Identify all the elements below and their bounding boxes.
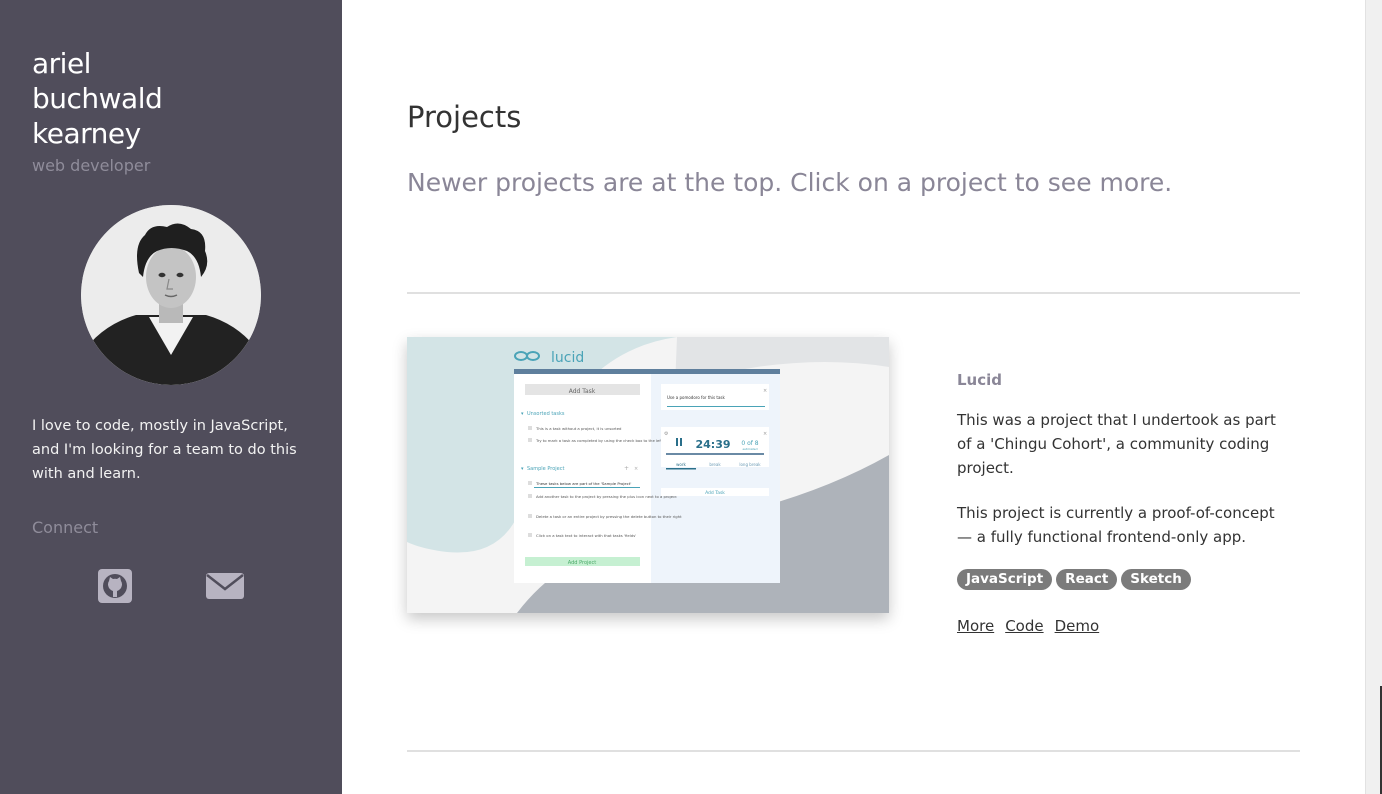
tag: JavaScript <box>957 569 1053 590</box>
timer-tab: long break <box>739 462 761 467</box>
author-name-line: ariel <box>32 47 91 80</box>
project-description: This project is currently a proof-of-con… <box>957 504 1275 546</box>
pomodoro-count: 0 of 8 <box>741 440 758 447</box>
pomodoro-count-sub: estimated <box>742 447 757 451</box>
tag: Sketch <box>1121 569 1191 590</box>
task-text: Add another task to the project by press… <box>536 494 677 499</box>
task-text: This is a task without a project, it is … <box>535 426 622 431</box>
task-text: Click on a task text to interact with th… <box>536 533 636 538</box>
task-text: Try to mark a task as completed by using… <box>535 438 663 443</box>
avatar <box>81 205 261 385</box>
demo-link[interactable]: Demo <box>1055 617 1100 635</box>
svg-text:×: × <box>634 466 638 472</box>
tag-list: JavaScript React Sketch <box>957 569 1191 590</box>
author-name-line: buchwald <box>32 82 163 115</box>
svg-text:⚙: ⚙ <box>664 431 669 437</box>
task-text: These tasks below are part of the 'Sampl… <box>535 481 631 486</box>
connect-heading: Connect <box>32 518 99 537</box>
author-name-line: kearney <box>32 117 141 150</box>
task-input: Use a pomodoro for this task <box>667 395 726 400</box>
code-link[interactable]: Code <box>1005 617 1043 635</box>
add-project-button: Add Project <box>568 560 596 566</box>
project-links: More Code Demo <box>957 617 1099 635</box>
task-text: Delete a task or an entire project by pr… <box>536 514 682 519</box>
project-title[interactable]: Lucid <box>957 371 1002 389</box>
scrollbar[interactable] <box>1365 0 1382 794</box>
timer-display: 24:39 <box>695 438 730 451</box>
divider <box>407 292 1300 294</box>
author-bio: I love to code, mostly in JavaScript, an… <box>32 418 297 482</box>
add-task-button: Add Task <box>569 388 596 395</box>
divider <box>407 750 1300 752</box>
more-link[interactable]: More <box>957 617 994 635</box>
project-screenshot[interactable]: lucid Add Task ▾ Unsorted tasks This is … <box>407 337 889 613</box>
timer-tab: break <box>709 462 721 467</box>
author-role: web developer <box>32 156 151 175</box>
sidebar: ariel buchwald kearney web developer I l… <box>0 0 342 794</box>
github-icon[interactable] <box>98 568 132 604</box>
svg-text:×: × <box>763 431 767 437</box>
add-task-right-button: Add Task <box>705 490 725 496</box>
avatar-photo <box>81 205 261 385</box>
page-title: Projects <box>407 100 522 134</box>
timer-tab: work <box>676 462 686 467</box>
project-description: This was a project that I undertook as p… <box>957 411 1276 477</box>
mail-icon[interactable] <box>206 568 244 604</box>
svg-text:×: × <box>763 388 767 394</box>
project-heading: Sample Project <box>527 466 564 472</box>
tag: React <box>1056 569 1118 590</box>
svg-text:+: + <box>624 465 629 472</box>
unsorted-heading: Unsorted tasks <box>527 411 565 417</box>
page-subtitle: Newer projects are at the top. Click on … <box>407 168 1173 197</box>
author-name: ariel buchwald kearney <box>32 46 163 151</box>
lucid-logo-text: lucid <box>551 350 584 366</box>
